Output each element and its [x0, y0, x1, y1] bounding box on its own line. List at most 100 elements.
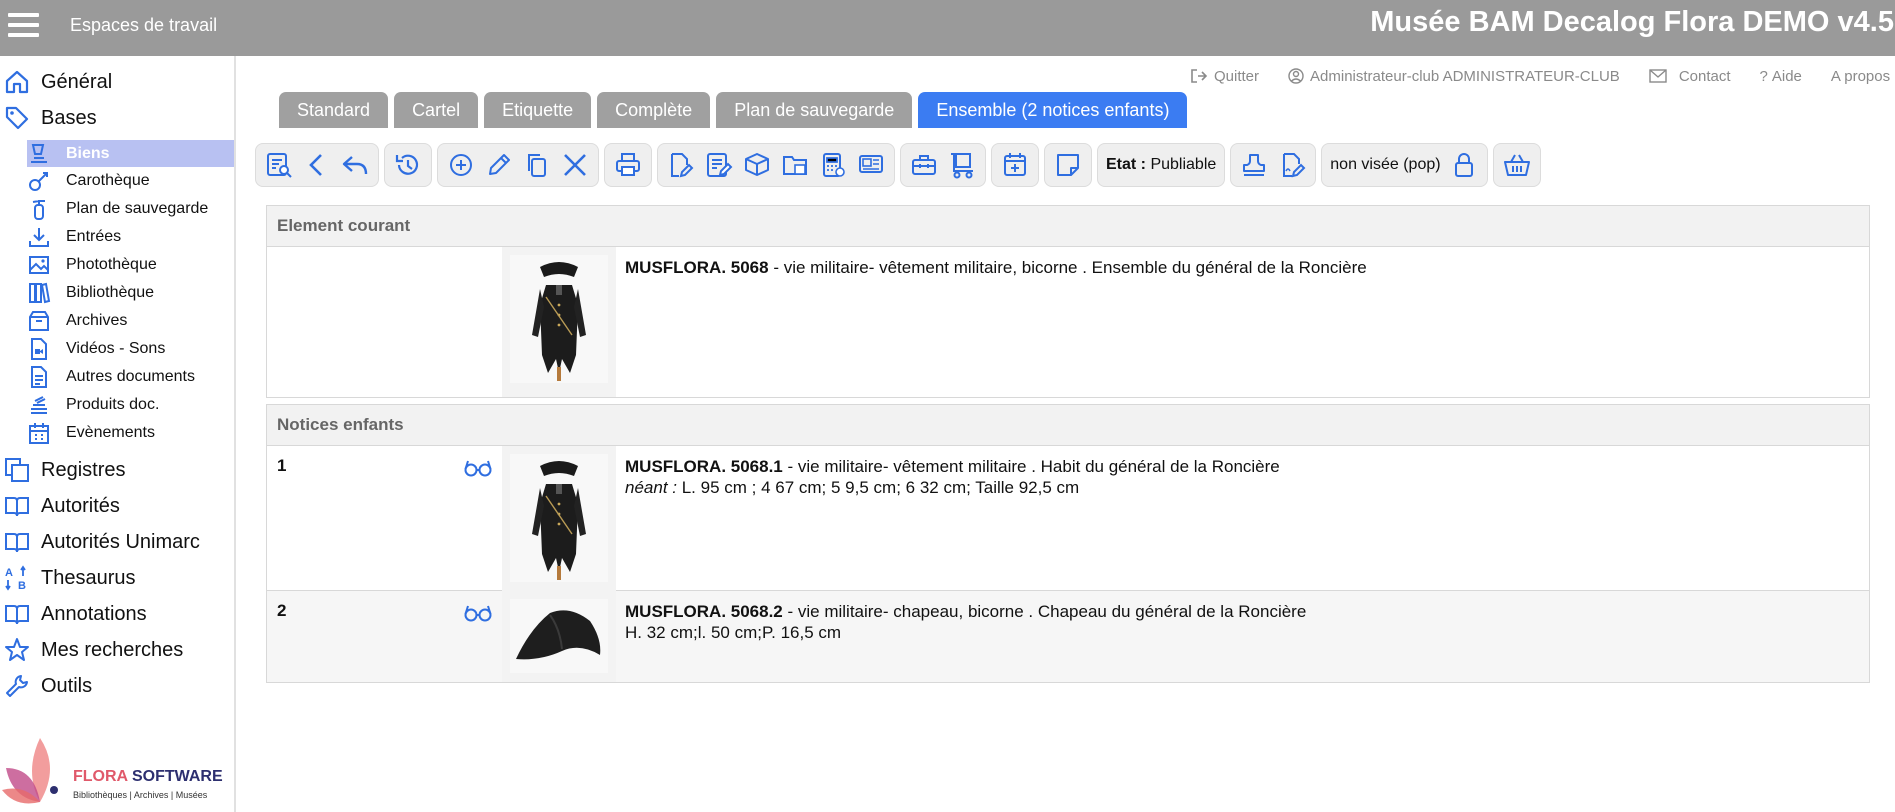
- history-button[interactable]: [389, 146, 427, 184]
- books-icon: [29, 282, 51, 304]
- nav-general[interactable]: Général: [0, 66, 234, 98]
- toolbox-button[interactable]: [905, 146, 943, 184]
- nav-thesaurus[interactable]: AB Thesaurus: [0, 562, 234, 594]
- record-id[interactable]: MUSFLORA. 5068.1: [625, 457, 783, 476]
- nav-autres-documents[interactable]: Autres documents: [27, 363, 234, 390]
- glasses-icon[interactable]: [463, 458, 493, 478]
- toolbar-group-nav: [255, 143, 379, 187]
- file-edit-button[interactable]: [662, 146, 700, 184]
- calendar-icon: [29, 423, 49, 444]
- book-open-icon: [5, 605, 29, 625]
- note-button[interactable]: [1049, 146, 1087, 184]
- folder-image-button[interactable]: [776, 146, 814, 184]
- add-event-button[interactable]: [996, 146, 1034, 184]
- nav-archives[interactable]: Archives: [27, 307, 234, 334]
- record-description: - vie militaire- vêtement militaire . Ha…: [782, 457, 1280, 476]
- hat-thumbnail[interactable]: [510, 599, 608, 673]
- table-row: 1 MUSFLORA. 5068.1 - vie militaire- vête…: [267, 446, 1869, 591]
- stamp-icon: [1243, 154, 1266, 176]
- tab-etiquette[interactable]: Etiquette: [484, 92, 592, 128]
- record-description: - vie militaire- vêtement militaire, bic…: [768, 258, 1367, 277]
- previous-button[interactable]: [298, 146, 336, 184]
- glasses-icon[interactable]: [463, 603, 493, 623]
- top-bar: Espaces de travail Musée BAM Decalog Flo…: [0, 0, 1895, 56]
- quit-link[interactable]: Quitter: [1190, 68, 1259, 85]
- uniform-thumbnail[interactable]: [510, 255, 608, 383]
- media-button[interactable]: [852, 146, 890, 184]
- add-button[interactable]: [442, 146, 480, 184]
- nav-outils[interactable]: Outils: [0, 670, 234, 702]
- nav-bibliotheque[interactable]: Bibliothèque: [27, 279, 234, 306]
- envelope-icon: [1649, 69, 1667, 83]
- nav-bases-label: Bases: [41, 106, 97, 129]
- nav-autorites-unimarc[interactable]: Autorités Unimarc: [0, 526, 234, 558]
- boxes-button[interactable]: [738, 146, 776, 184]
- nav-registres[interactable]: Registres: [0, 454, 234, 486]
- nav-bases[interactable]: Bases: [0, 102, 234, 134]
- delete-button[interactable]: [556, 146, 594, 184]
- about-link[interactable]: A propos: [1831, 68, 1890, 85]
- print-button[interactable]: [609, 146, 647, 184]
- nav-autorites[interactable]: Autorités: [0, 490, 234, 522]
- search-list-button[interactable]: [260, 146, 298, 184]
- edit-button[interactable]: [480, 146, 518, 184]
- star-icon: [5, 638, 29, 661]
- toolbar-group-edit: [437, 143, 599, 187]
- uniform-thumbnail[interactable]: [510, 454, 608, 582]
- flora-logo: FLORA SOFTWARE Bibliothèques | Archives …: [0, 728, 234, 812]
- nav-carotheque[interactable]: Carothèque: [27, 167, 234, 194]
- current-element-panel: Element courant MUSFLORA. 5068 - vie mil…: [266, 205, 1870, 398]
- svg-text:A: A: [5, 567, 13, 579]
- nav-mes-recherches[interactable]: Mes recherches: [0, 634, 234, 666]
- toolbar-group-docs: [657, 143, 895, 187]
- tab-complete[interactable]: Complète: [597, 92, 711, 128]
- help-link[interactable]: ? Aide: [1760, 68, 1802, 85]
- nav-biens-label: Biens: [66, 144, 110, 162]
- lock-button[interactable]: [1445, 146, 1483, 184]
- download-icon: [29, 228, 49, 247]
- nav-phototheque[interactable]: Photothèque: [27, 251, 234, 278]
- video-file-icon: [31, 338, 47, 360]
- back-button[interactable]: [336, 146, 374, 184]
- nav-autres-documents-label: Autres documents: [66, 367, 195, 385]
- visa-status[interactable]: non visée (pop): [1326, 156, 1444, 174]
- view-tabs: Standard Cartel Etiquette Complète Plan …: [279, 92, 1193, 128]
- tab-standard[interactable]: Standard: [279, 92, 389, 128]
- header-links: Quitter Administrateur-club ADMINISTRATE…: [1190, 66, 1890, 86]
- movement-button[interactable]: [943, 146, 981, 184]
- history-icon: [395, 154, 419, 175]
- close-icon: [564, 154, 586, 176]
- extinguisher-icon: [32, 200, 45, 220]
- book-open-icon: [5, 497, 29, 517]
- boxes-icon: [745, 153, 769, 176]
- toolbar-group-history: [384, 143, 432, 187]
- search-list-icon: [267, 153, 292, 178]
- nav-plan-sauvegarde[interactable]: Plan de sauvegarde: [27, 195, 234, 222]
- chevron-left-icon: [309, 154, 322, 176]
- record-id[interactable]: MUSFLORA. 5068.2: [625, 602, 783, 621]
- tab-cartel[interactable]: Cartel: [394, 92, 479, 128]
- contact-link[interactable]: Contact: [1649, 68, 1731, 85]
- menu-icon[interactable]: [4, 9, 42, 43]
- sign-button[interactable]: [1273, 146, 1311, 184]
- duplicate-button[interactable]: [518, 146, 556, 184]
- tab-plan-sauvegarde[interactable]: Plan de sauvegarde: [716, 92, 913, 128]
- etat-status[interactable]: Etat : Publiable: [1102, 156, 1220, 174]
- nav-biens[interactable]: Biens: [27, 140, 234, 167]
- user-link[interactable]: Administrateur-club ADMINISTRATEUR-CLUB: [1288, 68, 1620, 85]
- form-edit-button[interactable]: [700, 146, 738, 184]
- nav-annotations[interactable]: Annotations: [0, 598, 234, 630]
- record-id[interactable]: MUSFLORA. 5068: [625, 258, 769, 277]
- workspaces-link[interactable]: Espaces de travail: [70, 15, 217, 36]
- tab-ensemble[interactable]: Ensemble (2 notices enfants): [918, 92, 1188, 128]
- tag-icon: [5, 106, 29, 130]
- media-icon: [859, 155, 883, 173]
- nav-videos-sons[interactable]: Vidéos - Sons: [27, 335, 234, 362]
- nav-entrees[interactable]: Entrées: [27, 223, 234, 250]
- basket-button[interactable]: [1498, 146, 1536, 184]
- nav-produits-doc[interactable]: Produits doc.: [27, 391, 234, 418]
- stamp-button[interactable]: [1235, 146, 1273, 184]
- table-row: 2 MUSFLORA. 5068.2 - vie militaire- chap…: [267, 591, 1869, 682]
- nav-evenements[interactable]: Evènements: [27, 419, 234, 446]
- calculator-button[interactable]: [814, 146, 852, 184]
